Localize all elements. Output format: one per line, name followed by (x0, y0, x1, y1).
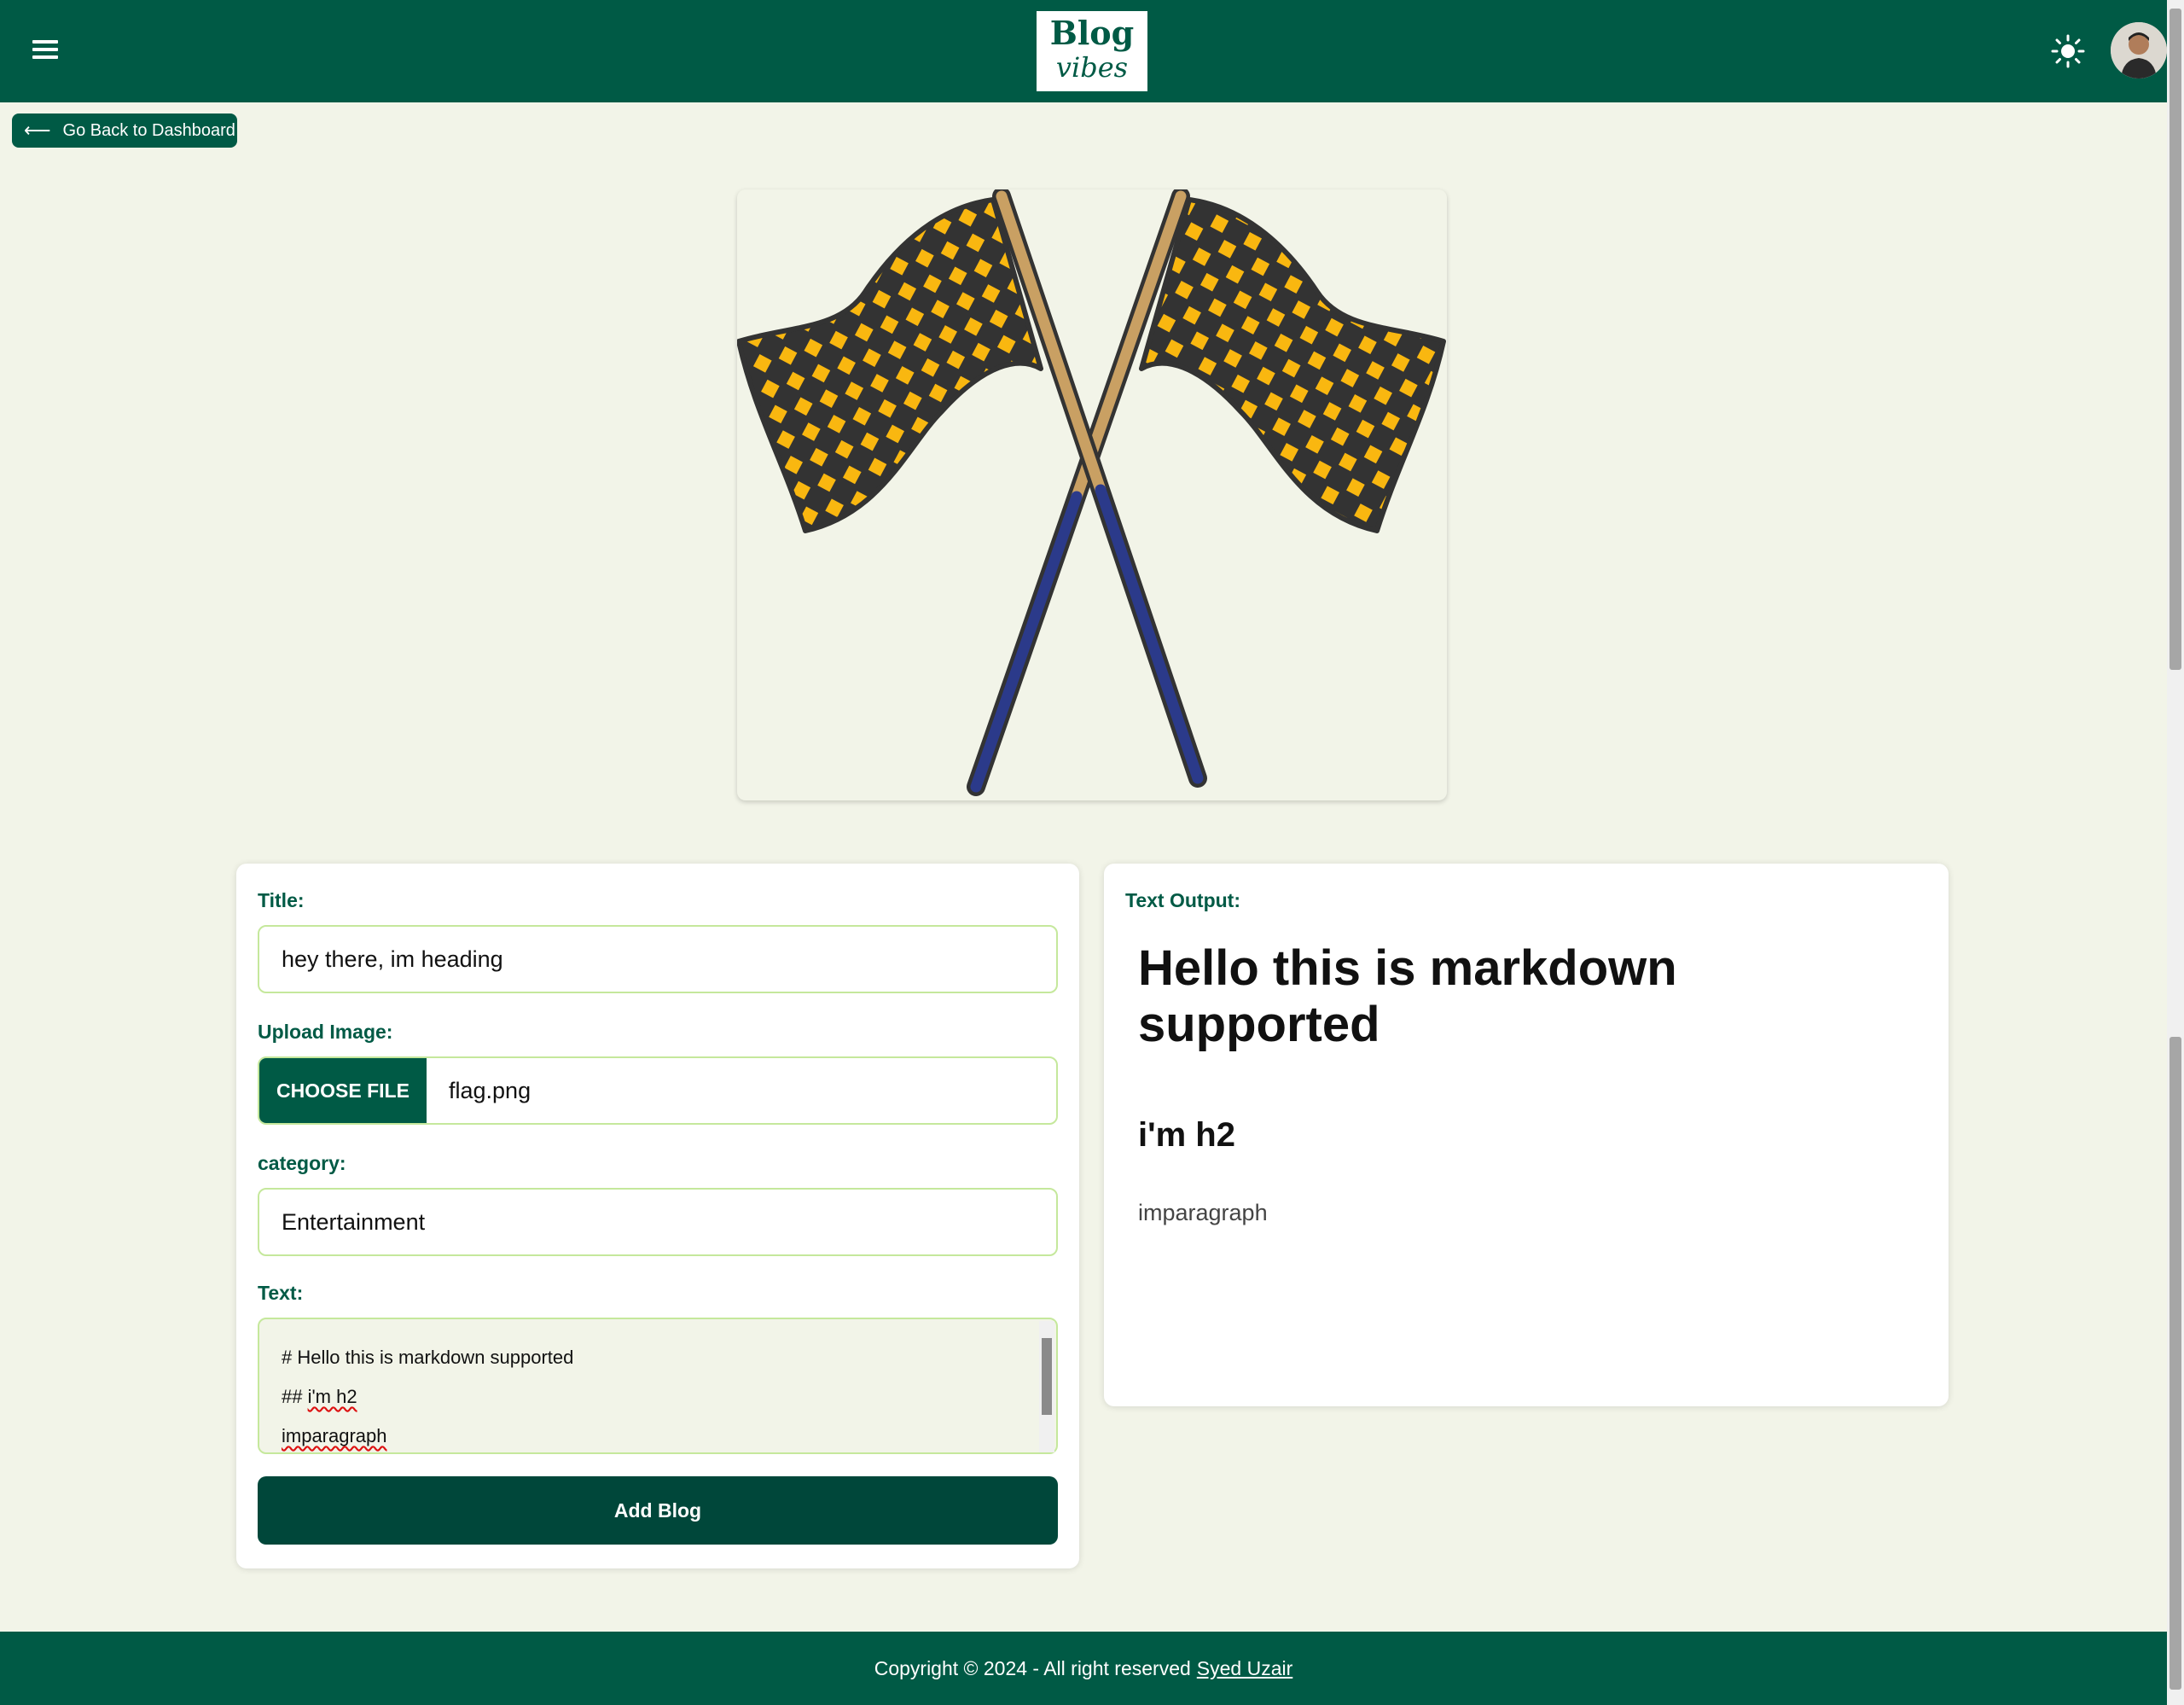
author-link[interactable]: Syed Uzair (1197, 1657, 1292, 1680)
title-input[interactable]: hey there, im heading (258, 925, 1058, 993)
image-file-input[interactable]: CHOOSE FILE flag.png (258, 1056, 1058, 1125)
copyright-text: Copyright © 2024 - All right reserved (874, 1656, 1191, 1679)
output-heading-1: Hello this is markdown supported (1138, 940, 1677, 1052)
uploaded-image-preview (737, 189, 1447, 800)
checkered-flags-image (737, 189, 1446, 796)
spellcheck-word: imparagraph (282, 1425, 387, 1446)
text-label: Text: (258, 1282, 304, 1304)
menu-icon[interactable] (32, 38, 58, 63)
markdown-textarea[interactable]: # Hello this is markdown supported ## i'… (258, 1318, 1058, 1454)
user-avatar[interactable] (2111, 22, 2167, 79)
arrow-left-icon: ⟵ (24, 119, 51, 141)
category-input[interactable]: Entertainment (258, 1188, 1058, 1256)
textarea-scrollbar[interactable] (1039, 1321, 1054, 1452)
page-scrollbar[interactable] (2167, 0, 2184, 1705)
text-output-label: Text Output: (1125, 889, 1240, 911)
text-output-card: Text Output: Hello this is markdown supp… (1104, 864, 1949, 1406)
textarea-line: # Hello this is markdown supported (282, 1347, 574, 1368)
logo-text-vibes: vibes (1055, 51, 1129, 84)
site-logo[interactable]: Blog vibes (1037, 11, 1147, 91)
blog-form-card: Title: hey there, im heading Upload Imag… (236, 864, 1079, 1568)
sun-icon[interactable] (2051, 34, 2085, 68)
category-label: category: (258, 1152, 346, 1174)
upload-image-label: Upload Image: (258, 1021, 393, 1043)
textarea-line: imparagraph (282, 1417, 1034, 1456)
top-navbar: Blog vibes (0, 0, 2167, 102)
back-button-label: Go Back to Dashboard (62, 120, 235, 140)
footer: Copyright © 2024 - All right reserved Sy… (0, 1632, 2167, 1705)
add-blog-button[interactable]: Add Blog (258, 1476, 1058, 1545)
scrollbar-thumb[interactable] (2169, 9, 2181, 670)
title-label: Title: (258, 889, 305, 911)
output-paragraph: imparagraph (1138, 1200, 1268, 1225)
scrollbar-thumb-secondary[interactable] (2169, 1037, 2181, 1690)
textarea-scrollbar-thumb[interactable] (1042, 1338, 1052, 1415)
back-to-dashboard-button[interactable]: ⟵ Go Back to Dashboard (12, 113, 237, 148)
spellcheck-word: i'm h2 (307, 1386, 357, 1407)
textarea-line: ## i'm h2 (282, 1386, 357, 1407)
output-heading-2: i'm h2 (1138, 1116, 1235, 1154)
selected-file-name: flag.png (449, 1077, 531, 1103)
logo-text-blog: Blog (1049, 14, 1135, 52)
choose-file-button[interactable]: CHOOSE FILE (259, 1058, 427, 1123)
